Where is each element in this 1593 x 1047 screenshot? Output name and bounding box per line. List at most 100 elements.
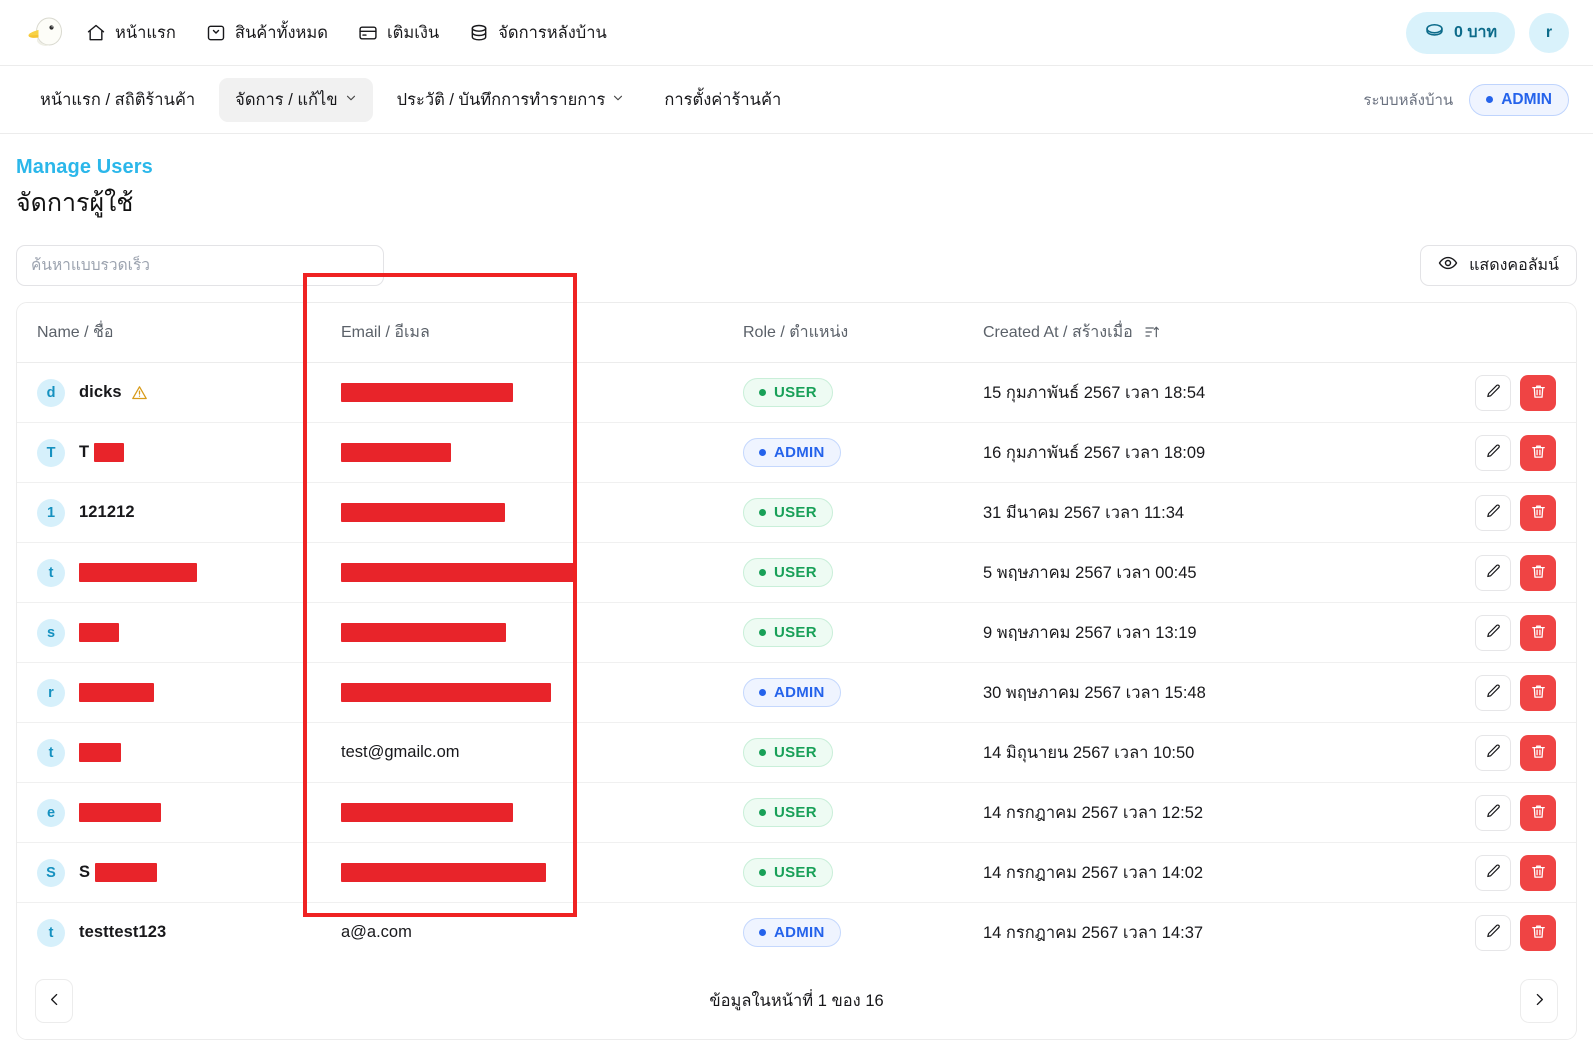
search-input[interactable] xyxy=(16,245,384,286)
cell-created-at: 14 กรกฎาคม 2567 เวลา 14:37 xyxy=(967,903,1387,963)
eye-icon xyxy=(1438,253,1458,278)
table-row[interactable]: 1121212USER31 มีนาคม 2567 เวลา 11:34 xyxy=(17,483,1576,543)
nav-item-all-products[interactable]: สินค้าทั้งหมด xyxy=(206,20,328,46)
status-dot-icon xyxy=(759,569,766,576)
pagination-prev-button[interactable] xyxy=(35,979,73,1023)
table-row[interactable]: ttesttest123a@a.comADMIN14 กรกฎาคม 2567 … xyxy=(17,903,1576,963)
subnav-item-home-stats[interactable]: หน้าแรก / สถิติร้านค้า xyxy=(24,78,211,122)
cell-role: ADMIN xyxy=(737,663,967,723)
delete-user-button[interactable] xyxy=(1520,915,1556,951)
delete-user-button[interactable] xyxy=(1520,555,1556,591)
subnav-item-history[interactable]: ประวัติ / บันทึกการทำรายการ xyxy=(381,78,641,122)
trash-icon xyxy=(1530,563,1547,583)
pencil-icon xyxy=(1485,683,1502,703)
cell-role: ADMIN xyxy=(737,903,967,963)
column-header-role[interactable]: Role / ตำแหน่ง xyxy=(737,303,967,363)
edit-user-button[interactable] xyxy=(1475,795,1511,831)
cell-actions xyxy=(1387,483,1576,543)
cell-name: s xyxy=(17,603,322,663)
delete-user-button[interactable] xyxy=(1520,435,1556,471)
table-header-row: Name / ชื่อ Email / อีเมล Role / ตำแหน่ง… xyxy=(17,303,1576,363)
status-dot-icon xyxy=(759,389,766,396)
delete-user-button[interactable] xyxy=(1520,615,1556,651)
pagination-next-button[interactable] xyxy=(1520,979,1558,1023)
cell-created-at: 14 มิถุนายน 2567 เวลา 10:50 xyxy=(967,723,1387,783)
cell-email: a@a.com xyxy=(322,903,737,963)
cell-role: USER xyxy=(737,603,967,663)
created-at-value: 9 พฤษภาคม 2567 เวลา 13:19 xyxy=(967,620,1387,646)
table-row[interactable]: TTADMIN16 กุมภาพันธ์ 2567 เวลา 18:09 xyxy=(17,423,1576,483)
balance-pill[interactable]: 0 บาท xyxy=(1406,12,1515,54)
created-at-value: 15 กุมภาพันธ์ 2567 เวลา 18:54 xyxy=(967,380,1387,406)
backend-system-label: ระบบหลังบ้าน xyxy=(1363,88,1453,112)
delete-user-button[interactable] xyxy=(1520,735,1556,771)
created-at-value: 5 พฤษภาคม 2567 เวลา 00:45 xyxy=(967,560,1387,586)
column-header-email[interactable]: Email / อีเมล xyxy=(322,303,737,363)
cell-email xyxy=(322,363,737,423)
cell-created-at: 14 กรกฎาคม 2567 เวลา 12:52 xyxy=(967,783,1387,843)
page-content: Manage Users จัดการผู้ใช้ แสดงคอลัมน์ Na… xyxy=(0,134,1593,1040)
cell-email xyxy=(322,483,737,543)
status-badge: USER xyxy=(743,858,833,887)
delete-user-button[interactable] xyxy=(1520,795,1556,831)
delete-user-button[interactable] xyxy=(1520,675,1556,711)
subnav-item-manage-edit[interactable]: จัดการ / แก้ไข xyxy=(219,78,372,122)
table-row[interactable]: SS USER 14 กรกฎาคม 2567 เวลา 14:02 xyxy=(17,843,1576,903)
cell-actions xyxy=(1387,843,1576,903)
sort-ascending-icon[interactable] xyxy=(1144,324,1160,345)
subnav-item-store-settings[interactable]: การตั้งค่าร้านค้า xyxy=(648,78,797,122)
delete-user-button[interactable] xyxy=(1520,855,1556,891)
edit-user-button[interactable] xyxy=(1475,855,1511,891)
trash-icon xyxy=(1530,443,1547,463)
pencil-icon xyxy=(1485,503,1502,523)
redacted-name xyxy=(79,803,161,822)
delete-user-button[interactable] xyxy=(1520,375,1556,411)
cell-email xyxy=(322,783,737,843)
table-row[interactable]: eUSER14 กรกฎาคม 2567 เวลา 12:52 xyxy=(17,783,1576,843)
subnav-item-home-stats-label: หน้าแรก / สถิติร้านค้า xyxy=(40,87,195,113)
status-badge-label: USER xyxy=(774,804,817,821)
cell-created-at: 14 กรกฎาคม 2567 เวลา 14:02 xyxy=(967,843,1387,903)
admin-role-badge[interactable]: ADMIN xyxy=(1469,84,1569,116)
trash-icon xyxy=(1530,743,1547,763)
edit-user-button[interactable] xyxy=(1475,435,1511,471)
edit-user-button[interactable] xyxy=(1475,915,1511,951)
edit-user-button[interactable] xyxy=(1475,675,1511,711)
duck-logo-icon[interactable] xyxy=(24,11,68,55)
edit-user-button[interactable] xyxy=(1475,615,1511,651)
edit-user-button[interactable] xyxy=(1475,375,1511,411)
subnav-item-store-settings-label: การตั้งค่าร้านค้า xyxy=(664,87,781,113)
table-row[interactable]: rADMIN30 พฤษภาคม 2567 เวลา 15:48 xyxy=(17,663,1576,723)
edit-user-button[interactable] xyxy=(1475,555,1511,591)
cell-name: SS xyxy=(17,843,322,903)
status-badge: USER xyxy=(743,558,833,587)
cell-actions xyxy=(1387,663,1576,723)
nav-item-topup[interactable]: เติมเงิน xyxy=(358,20,439,46)
table-row[interactable]: tUSER5 พฤษภาคม 2567 เวลา 00:45 xyxy=(17,543,1576,603)
cell-created-at: 16 กุมภาพันธ์ 2567 เวลา 18:09 xyxy=(967,423,1387,483)
edit-user-button[interactable] xyxy=(1475,735,1511,771)
column-header-name[interactable]: Name / ชื่อ xyxy=(17,303,322,363)
avatar: 1 xyxy=(37,499,65,527)
primary-nav-links: หน้าแรก สินค้าทั้งหมด เติมเงิน จัดการหลั… xyxy=(86,20,607,46)
edit-user-button[interactable] xyxy=(1475,495,1511,531)
table-row[interactable]: ttest@gmailc.omUSER14 มิถุนายน 2567 เวลา… xyxy=(17,723,1576,783)
home-icon xyxy=(86,23,106,43)
status-dot-icon xyxy=(759,509,766,516)
user-avatar[interactable]: r xyxy=(1529,13,1569,53)
delete-user-button[interactable] xyxy=(1520,495,1556,531)
redacted-name xyxy=(95,863,157,882)
show-columns-button[interactable]: แสดงคอลัมน์ xyxy=(1420,245,1577,286)
cell-name: t xyxy=(17,723,322,783)
nav-item-backend[interactable]: จัดการหลังบ้าน xyxy=(469,20,607,46)
table-row[interactable]: ddicksUSER15 กุมภาพันธ์ 2567 เวลา 18:54 xyxy=(17,363,1576,423)
column-header-created-at-label: Created At / สร้างเมื่อ xyxy=(983,324,1133,341)
status-badge-label: ADMIN xyxy=(774,684,825,701)
nav-item-home[interactable]: หน้าแรก xyxy=(86,20,176,46)
status-badge: ADMIN xyxy=(743,918,841,947)
cell-actions xyxy=(1387,723,1576,783)
status-badge-label: USER xyxy=(774,744,817,761)
user-name: S xyxy=(79,863,90,882)
column-header-created-at[interactable]: Created At / สร้างเมื่อ xyxy=(967,303,1387,363)
table-row[interactable]: s USER9 พฤษภาคม 2567 เวลา 13:19 xyxy=(17,603,1576,663)
